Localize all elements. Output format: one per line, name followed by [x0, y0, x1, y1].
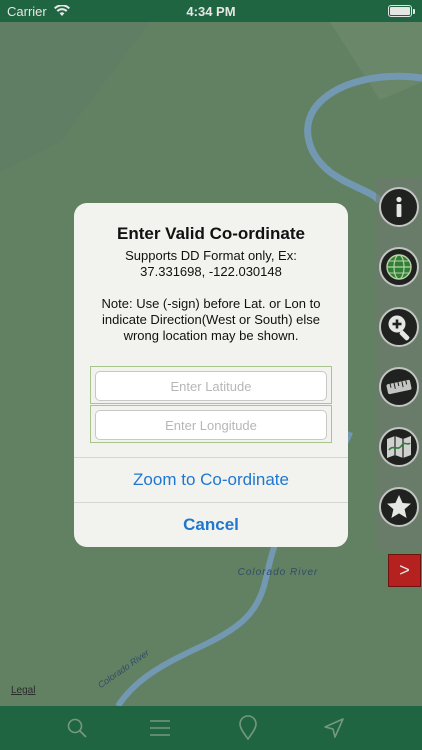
- dialog-note-text: Note: Use (-sign) before Lat. or Lon to …: [101, 296, 321, 343]
- latitude-input[interactable]: [95, 371, 327, 401]
- latitude-field-wrapper: [90, 366, 332, 404]
- dialog-format-text: Supports DD Format only, Ex:: [125, 248, 297, 263]
- longitude-input[interactable]: [95, 410, 327, 440]
- dialog-message: Supports DD Format only, Ex: 37.331698, …: [88, 248, 334, 344]
- dialog-example-text: 37.331698, -122.030148: [140, 264, 282, 279]
- longitude-field-wrapper: [90, 405, 332, 443]
- zoom-to-coordinate-button[interactable]: Zoom to Co-ordinate: [74, 458, 348, 502]
- coordinate-dialog: Enter Valid Co-ordinate Supports DD Form…: [74, 203, 348, 547]
- dialog-title: Enter Valid Co-ordinate: [117, 224, 305, 243]
- cancel-button[interactable]: Cancel: [74, 503, 348, 547]
